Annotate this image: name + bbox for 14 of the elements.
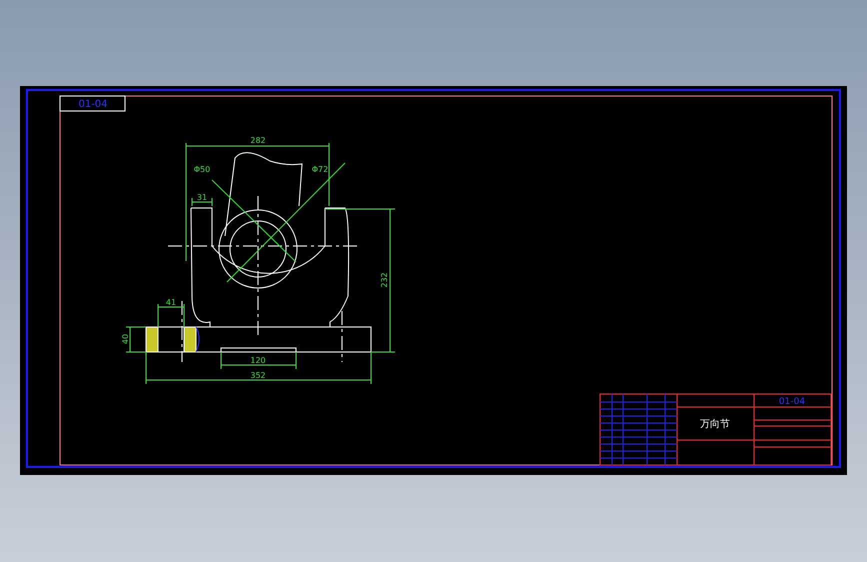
drawing-label: 01-04 xyxy=(78,99,108,110)
dimension-value: 120 xyxy=(250,356,266,365)
dimension-value: 282 xyxy=(250,136,266,145)
dimension-value: 41 xyxy=(166,298,176,307)
dimension-value: 31 xyxy=(196,193,208,202)
dimension-line xyxy=(158,304,184,328)
dimension-value: Φ72 xyxy=(312,165,328,174)
dimension-value: 232 xyxy=(380,272,389,288)
dimension-value: 40 xyxy=(121,334,130,344)
label-frame xyxy=(60,96,126,112)
part-name: 万向节 xyxy=(700,419,730,430)
drawing-number: 01-04 xyxy=(778,397,806,407)
dimension-value: Φ50 xyxy=(194,165,210,174)
dimension-value: 352 xyxy=(250,371,266,380)
